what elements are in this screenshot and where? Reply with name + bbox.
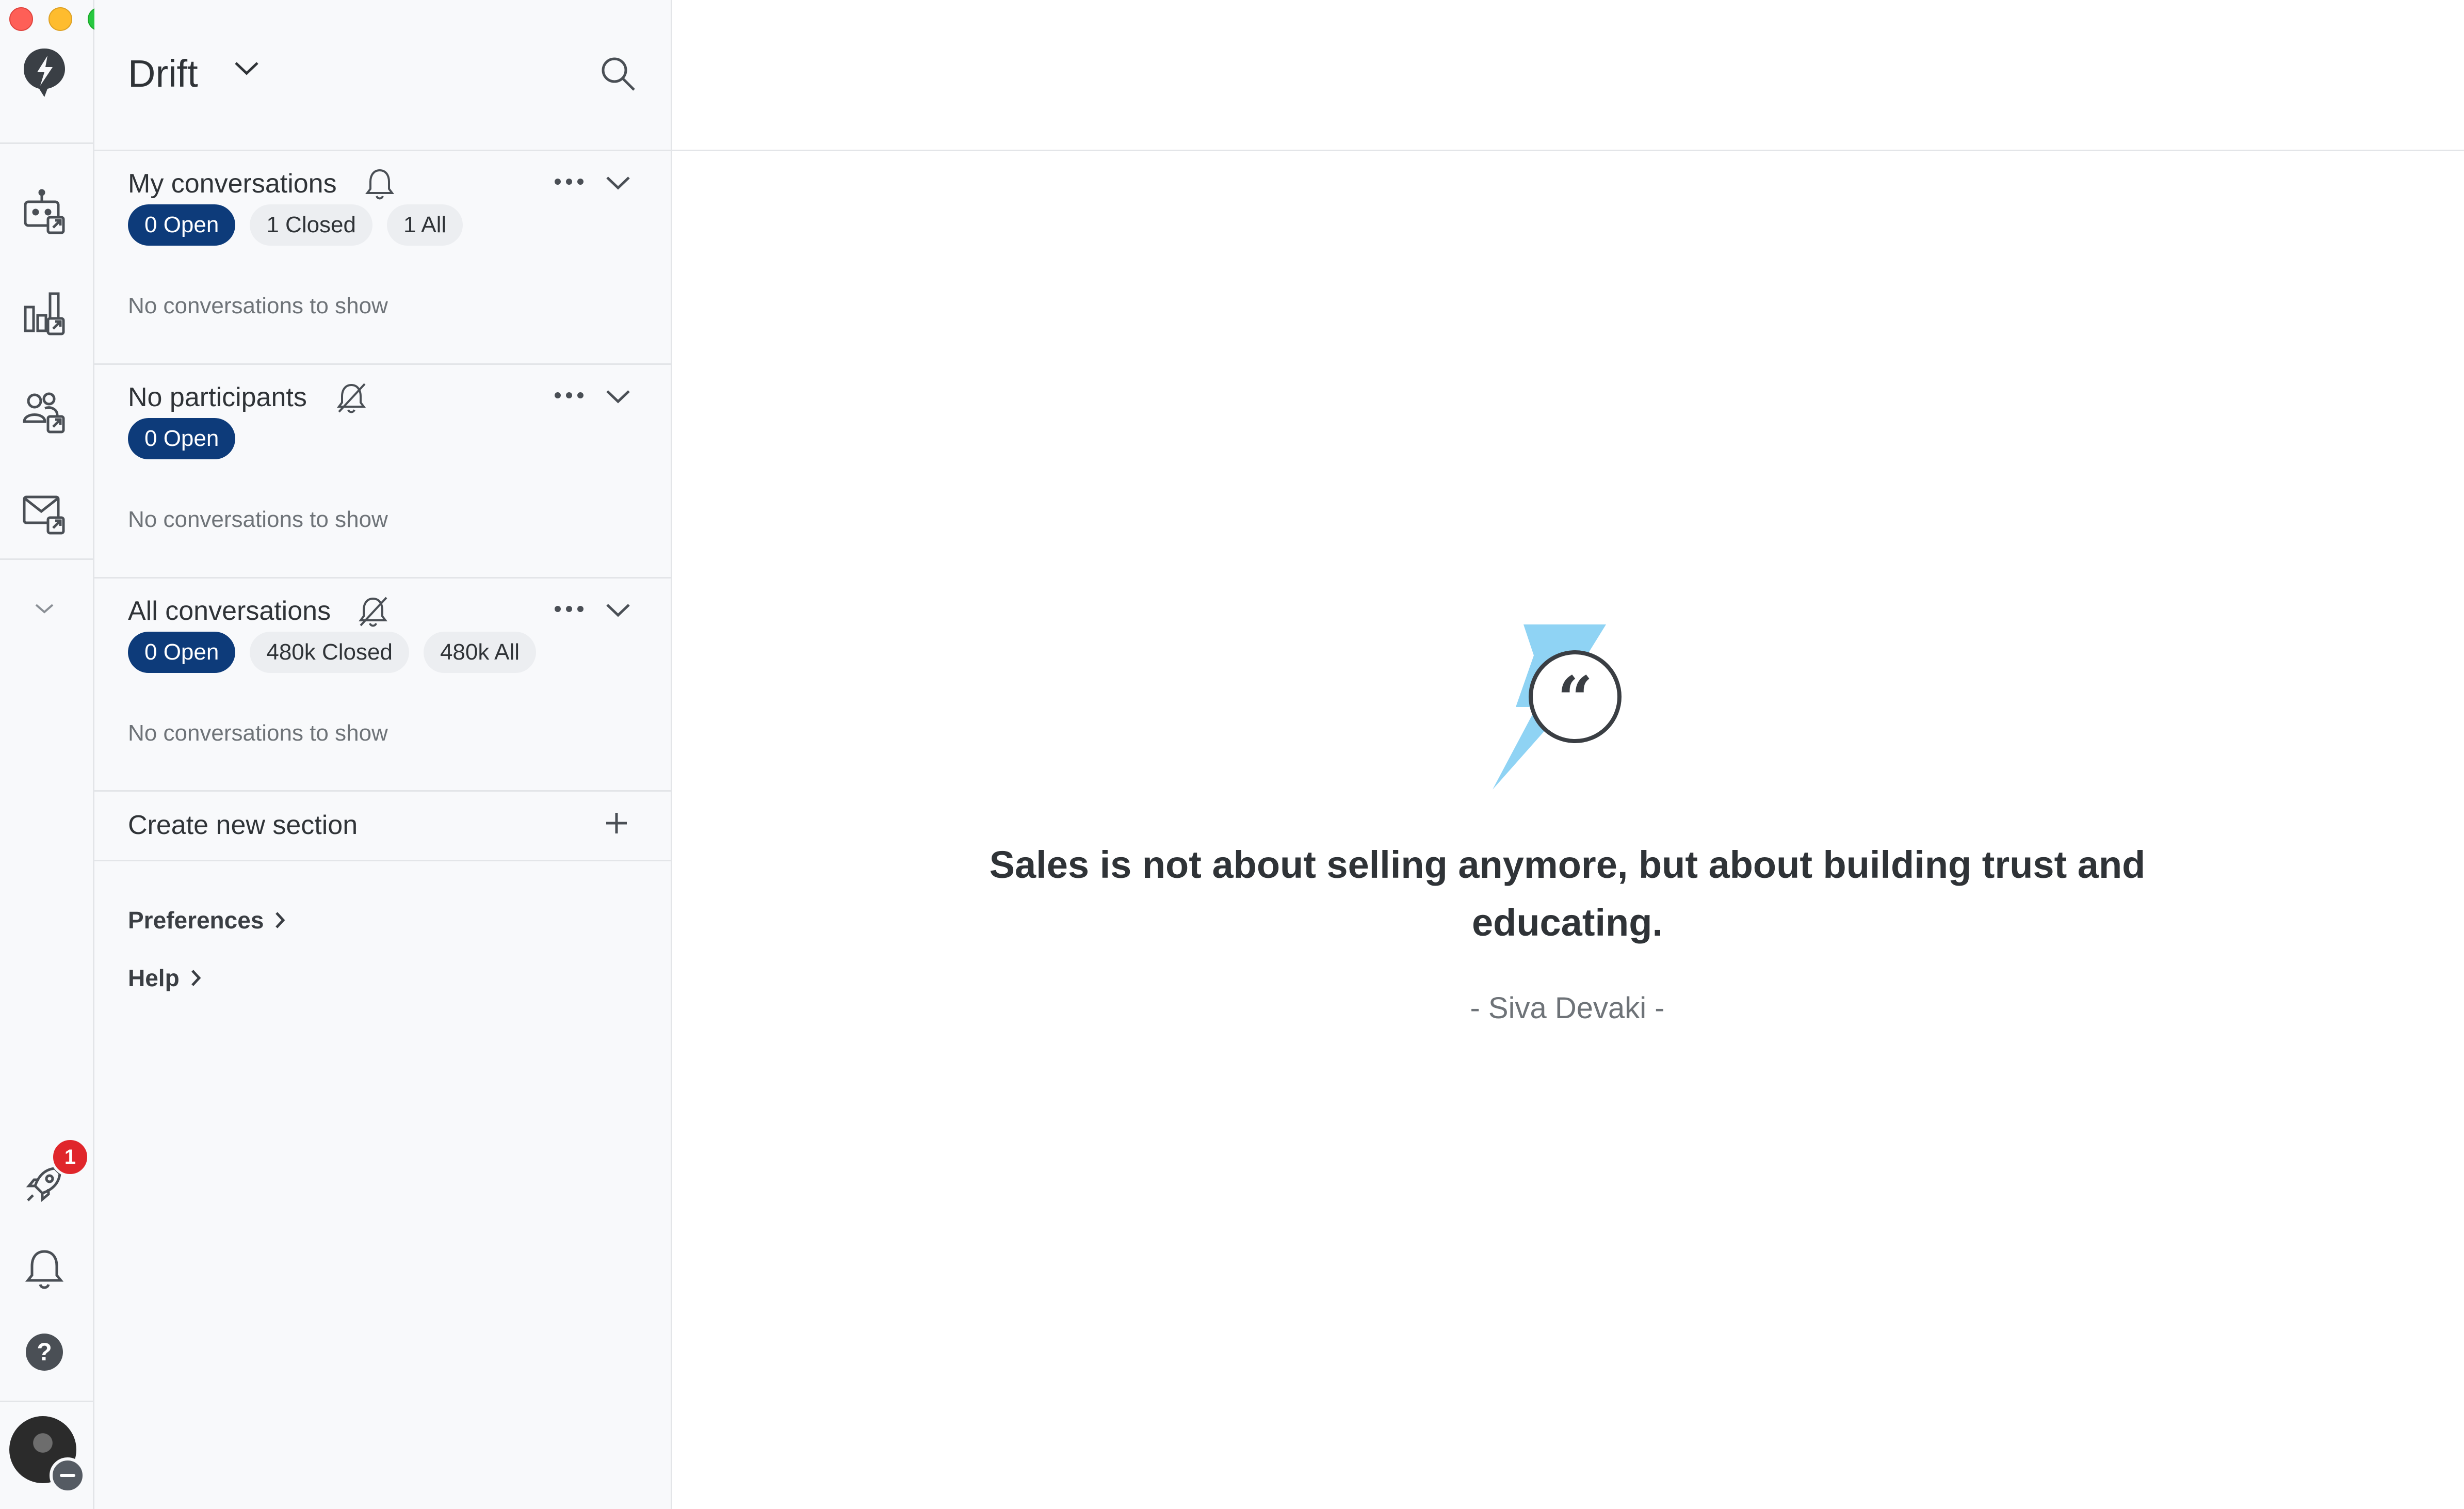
svg-text:“: “ [1557, 663, 1593, 735]
workspace-chevron-down-icon[interactable] [234, 61, 260, 79]
bell-icon[interactable] [365, 168, 394, 203]
chevron-right-icon [275, 912, 285, 928]
collapse-chevron-icon[interactable] [605, 389, 631, 407]
plus-icon[interactable] [605, 812, 628, 837]
more-options-icon[interactable] [554, 605, 585, 616]
drift-logo-icon[interactable] [19, 46, 70, 98]
create-new-section-button[interactable]: Create new section [94, 790, 671, 861]
chevron-down-icon[interactable] [19, 583, 70, 635]
section-all-conversations: All conversations 0 Open 480k Closed 480… [94, 580, 671, 792]
email-icon[interactable] [19, 486, 70, 538]
svg-text:?: ? [37, 1339, 52, 1366]
create-new-section-label: Create new section [128, 810, 358, 840]
minimize-window-button[interactable] [48, 7, 72, 31]
more-options-icon[interactable] [554, 391, 585, 402]
filter-all[interactable]: 1 All [387, 204, 463, 246]
bell-off-icon[interactable] [358, 596, 390, 630]
search-icon[interactable] [600, 56, 636, 94]
main-content: “ Sales is not about selling anymore, bu… [672, 0, 2464, 1509]
main-header [672, 0, 2464, 151]
more-options-icon[interactable] [554, 178, 585, 188]
filter-open[interactable]: 0 Open [128, 418, 236, 459]
bot-icon[interactable] [19, 186, 70, 237]
empty-state-text: No conversations to show [128, 720, 388, 746]
lightning-quote-icon: “ [1487, 619, 1642, 797]
quote-author: - Siva Devaki - [1470, 991, 1665, 1025]
notification-badge: 1 [51, 1137, 90, 1177]
collapse-chevron-icon[interactable] [605, 175, 631, 194]
bell-off-icon[interactable] [336, 382, 368, 416]
preferences-label: Preferences [128, 907, 264, 934]
left-nav-rail: 1 ? [0, 0, 94, 1509]
workspace-name[interactable]: Drift [128, 52, 198, 95]
app-window: 1 ? Drift My conversations 0 Open 1 Clos… [0, 0, 2464, 1509]
filter-closed[interactable]: 480k Closed [250, 632, 409, 673]
section-title[interactable]: No participants [128, 382, 307, 413]
conversations-panel: Drift My conversations 0 Open 1 Closed 1… [94, 0, 672, 1509]
filter-open[interactable]: 0 Open [128, 632, 236, 673]
section-no-participants: No participants 0 Open No conversations … [94, 366, 671, 579]
filter-closed[interactable]: 1 Closed [250, 204, 373, 246]
quote-text: Sales is not about selling anymore, but … [989, 843, 2146, 944]
filter-pills: 0 Open 480k Closed 480k All [128, 632, 537, 673]
empty-state-text: No conversations to show [128, 507, 388, 532]
empty-state-text: No conversations to show [128, 293, 388, 318]
help-link[interactable]: Help [128, 964, 201, 992]
reports-icon[interactable] [19, 287, 70, 339]
preferences-link[interactable]: Preferences [128, 906, 285, 934]
filter-pills: 0 Open 1 Closed 1 All [128, 204, 463, 246]
chevron-right-icon [191, 970, 201, 986]
status-indicator [50, 1457, 86, 1494]
section-title[interactable]: My conversations [128, 168, 337, 199]
close-window-button[interactable] [9, 7, 33, 31]
contacts-icon[interactable] [19, 385, 70, 437]
section-title[interactable]: All conversations [128, 596, 331, 627]
filter-all[interactable]: 480k All [423, 632, 537, 673]
filter-open[interactable]: 0 Open [128, 204, 236, 246]
help-label: Help [128, 965, 180, 991]
collapse-chevron-icon[interactable] [605, 603, 631, 621]
panel-header: Drift [94, 0, 671, 151]
filter-pills: 0 Open [128, 418, 236, 459]
section-my-conversations: My conversations 0 Open 1 Closed 1 All N… [94, 153, 671, 365]
help-icon[interactable]: ? [19, 1326, 70, 1378]
bell-icon[interactable] [19, 1244, 70, 1295]
